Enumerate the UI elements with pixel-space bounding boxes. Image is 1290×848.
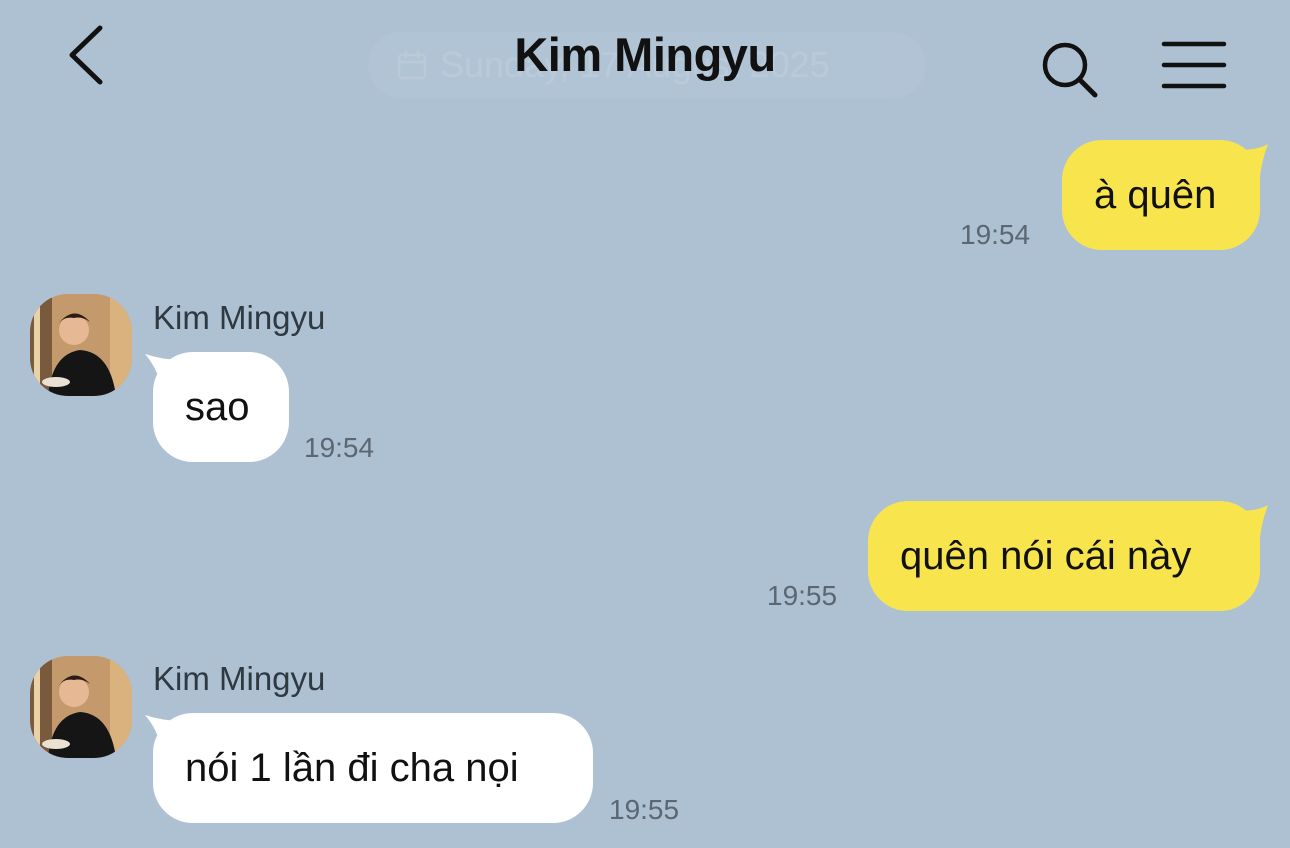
- sender-name: Kim Mingyu: [153, 299, 326, 336]
- sender-name: Kim Mingyu: [153, 660, 326, 697]
- avatar[interactable]: [30, 294, 132, 396]
- bubble-tail: [1238, 144, 1268, 176]
- message-text: nói 1 lần đi cha nọi: [185, 745, 519, 790]
- avatar[interactable]: [30, 656, 132, 758]
- message-time: 19:55: [609, 794, 680, 825]
- chat-header: Sunday, 17 August 2025 Kim Mingyu: [0, 0, 1290, 120]
- bubble-tail: [1238, 505, 1268, 537]
- message-bubble-incoming[interactable]: sao: [153, 352, 289, 462]
- message-text: sao: [185, 384, 250, 429]
- message-time: 19:55: [767, 580, 838, 611]
- message-text: à quên: [1094, 172, 1217, 217]
- message-bubble-incoming[interactable]: nói 1 lần đi cha nọi: [153, 713, 593, 823]
- message-text: quên nói cái này: [900, 533, 1192, 578]
- message-time: 19:54: [304, 432, 375, 463]
- profile-photo: [30, 656, 132, 758]
- hamburger-menu-icon: [1161, 41, 1227, 89]
- menu-button[interactable]: [1160, 40, 1228, 90]
- message-bubble-outgoing[interactable]: à quên: [1062, 140, 1260, 250]
- message-time: 19:54: [960, 219, 1031, 250]
- search-icon: [1042, 42, 1098, 98]
- message-bubble-outgoing[interactable]: quên nói cái này: [868, 501, 1260, 611]
- profile-photo: [30, 294, 132, 396]
- search-button[interactable]: [1038, 38, 1102, 100]
